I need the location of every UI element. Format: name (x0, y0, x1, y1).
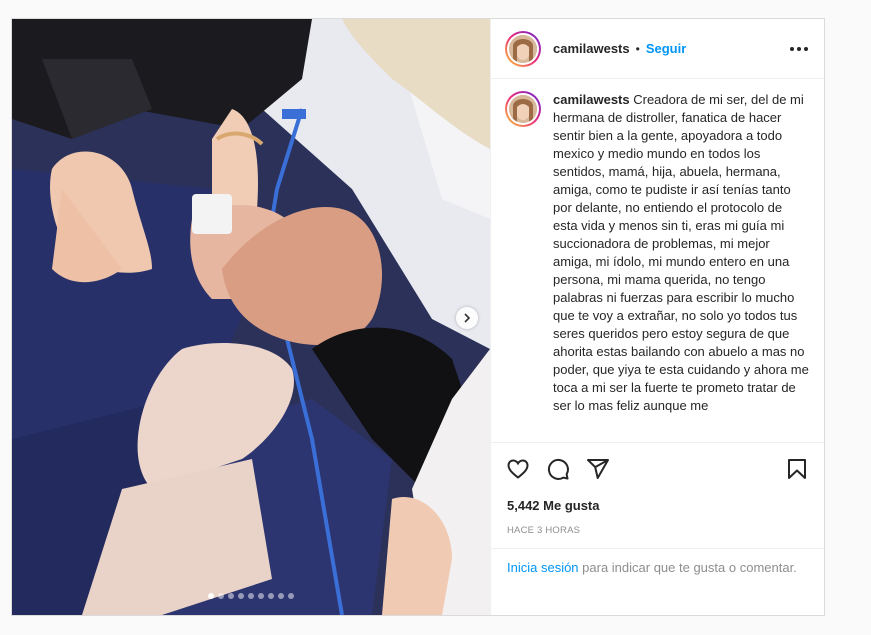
carousel-dot (208, 593, 214, 599)
carousel-dot (288, 593, 294, 599)
avatar[interactable] (505, 30, 541, 67)
likes-count[interactable]: 5,442 Me gusta (491, 495, 824, 517)
follow-button[interactable]: Seguir (646, 41, 686, 56)
caption-text: camilawests Creadora de mi ser, del de m… (553, 91, 810, 415)
carousel-indicator (12, 593, 490, 599)
carousel-dot (248, 593, 254, 599)
carousel-dot (218, 593, 224, 599)
login-prompt: Inicia sesión para indicar que te gusta … (491, 549, 824, 615)
header-username[interactable]: camilawests (553, 41, 630, 56)
next-slide-button[interactable] (456, 307, 478, 329)
bookmark-icon[interactable] (784, 456, 810, 482)
avatar-image (509, 34, 537, 63)
more-options-icon[interactable] (790, 41, 808, 57)
post-photo[interactable] (12, 19, 490, 615)
comment-icon[interactable] (545, 456, 571, 482)
instagram-post: camilawests • Seguir camilawests Creador… (11, 18, 825, 616)
carousel-dot (258, 593, 264, 599)
avatar-image (509, 95, 537, 123)
caption-body: Creadora de mi ser, del de mi hermana de… (553, 92, 809, 413)
carousel-dot (238, 593, 244, 599)
carousel-dot (228, 593, 234, 599)
carousel-dot (278, 593, 284, 599)
login-prompt-text: para indicar que te gusta o comentar. (578, 560, 797, 575)
heart-icon[interactable] (505, 456, 531, 482)
separator-dot: • (635, 41, 640, 56)
post-header: camilawests • Seguir (491, 19, 824, 79)
chevron-right-icon (464, 313, 471, 323)
caption-avatar[interactable] (505, 91, 541, 127)
login-link[interactable]: Inicia sesión (507, 560, 579, 575)
hands-photo (12, 19, 490, 615)
caption-username[interactable]: camilawests (553, 92, 630, 107)
post-side-panel: camilawests • Seguir camilawests Creador… (490, 19, 824, 615)
post-timestamp[interactable]: HACE 3 HORAS (491, 517, 824, 549)
caption-section: camilawests Creadora de mi ser, del de m… (491, 79, 824, 443)
action-bar (491, 443, 824, 495)
share-icon[interactable] (585, 456, 611, 482)
carousel-dot (268, 593, 274, 599)
